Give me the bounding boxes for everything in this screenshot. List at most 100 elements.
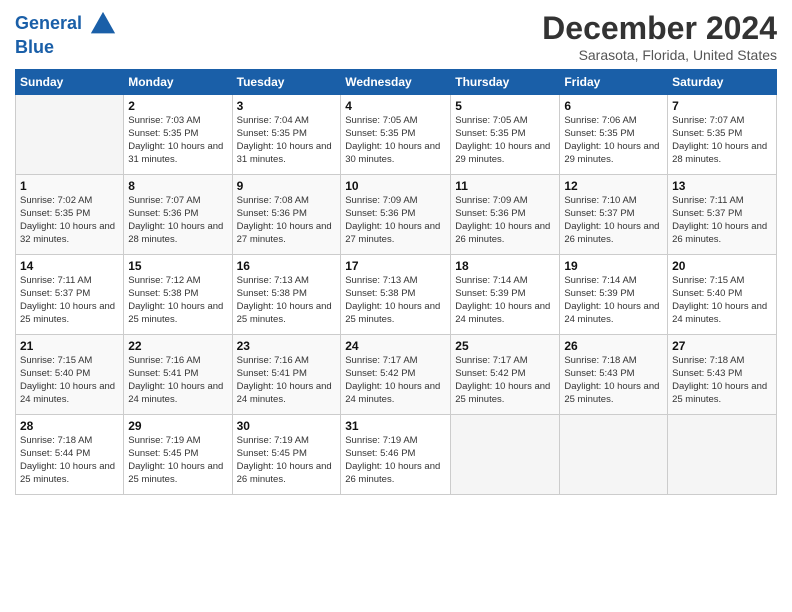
sunrise-text: Sunrise: 7:03 AM bbox=[128, 115, 200, 126]
sunrise-text: Sunrise: 7:15 AM bbox=[672, 275, 744, 286]
sunrise-text: Sunrise: 7:16 AM bbox=[128, 355, 200, 366]
daylight-text: Daylight: 10 hours and 28 minutes. bbox=[672, 141, 767, 165]
sunset-text: Sunset: 5:35 PM bbox=[345, 128, 415, 139]
daylight-text: Daylight: 10 hours and 24 minutes. bbox=[672, 301, 767, 325]
sunset-text: Sunset: 5:41 PM bbox=[237, 368, 307, 379]
daylight-text: Daylight: 10 hours and 25 minutes. bbox=[128, 301, 223, 325]
day-number: 9 bbox=[237, 178, 337, 194]
table-row: 1Sunrise: 7:02 AMSunset: 5:35 PMDaylight… bbox=[16, 175, 124, 255]
table-row bbox=[560, 415, 668, 495]
table-row: 6Sunrise: 7:06 AMSunset: 5:35 PMDaylight… bbox=[560, 95, 668, 175]
sunrise-text: Sunrise: 7:08 AM bbox=[237, 195, 309, 206]
daylight-text: Daylight: 10 hours and 28 minutes. bbox=[128, 221, 223, 245]
table-row: 14Sunrise: 7:11 AMSunset: 5:37 PMDayligh… bbox=[16, 255, 124, 335]
sunrise-text: Sunrise: 7:19 AM bbox=[237, 435, 309, 446]
sunrise-text: Sunrise: 7:12 AM bbox=[128, 275, 200, 286]
daylight-text: Daylight: 10 hours and 24 minutes. bbox=[237, 381, 332, 405]
day-number: 23 bbox=[237, 338, 337, 354]
sunrise-text: Sunrise: 7:14 AM bbox=[455, 275, 527, 286]
day-number: 18 bbox=[455, 258, 555, 274]
calendar-table: Sunday Monday Tuesday Wednesday Thursday… bbox=[15, 69, 777, 495]
sunset-text: Sunset: 5:42 PM bbox=[345, 368, 415, 379]
sunset-text: Sunset: 5:39 PM bbox=[564, 288, 634, 299]
table-row: 7Sunrise: 7:07 AMSunset: 5:35 PMDaylight… bbox=[668, 95, 777, 175]
daylight-text: Daylight: 10 hours and 24 minutes. bbox=[564, 301, 659, 325]
day-number: 6 bbox=[564, 98, 663, 114]
day-number: 21 bbox=[20, 338, 119, 354]
sunrise-text: Sunrise: 7:07 AM bbox=[128, 195, 200, 206]
daylight-text: Daylight: 10 hours and 25 minutes. bbox=[128, 461, 223, 485]
col-thursday: Thursday bbox=[451, 70, 560, 95]
daylight-text: Daylight: 10 hours and 26 minutes. bbox=[672, 221, 767, 245]
sunrise-text: Sunrise: 7:18 AM bbox=[564, 355, 636, 366]
table-row: 23Sunrise: 7:16 AM Sunset: 5:41 PM Dayligh… bbox=[232, 335, 341, 415]
sunset-text: Sunset: 5:35 PM bbox=[237, 128, 307, 139]
page-container: General Blue December 2024 Sarasota, Flo… bbox=[0, 0, 792, 500]
month-title: December 2024 bbox=[542, 10, 777, 47]
sunset-text: Sunset: 5:37 PM bbox=[564, 208, 634, 219]
sunset-text: Sunset: 5:46 PM bbox=[345, 448, 415, 459]
day-number: 14 bbox=[20, 258, 119, 274]
table-row: 5Sunrise: 7:05 AMSunset: 5:35 PMDaylight… bbox=[451, 95, 560, 175]
col-sunday: Sunday bbox=[16, 70, 124, 95]
table-row: 21Sunrise: 7:15 AMSunset: 5:40 PMDayligh… bbox=[16, 335, 124, 415]
daylight-text: Daylight: 10 hours and 26 minutes. bbox=[237, 461, 332, 485]
sunrise-text: Sunrise: 7:19 AM bbox=[128, 435, 200, 446]
logo: General Blue bbox=[15, 10, 117, 58]
sunset-text: Sunset: 5:45 PM bbox=[128, 448, 198, 459]
day-number: 11 bbox=[455, 178, 555, 194]
sunrise-text: Sunrise: 7:16 AM bbox=[237, 355, 309, 366]
day-number: 29 bbox=[128, 418, 227, 434]
sunset-text: Sunset: 5:40 PM bbox=[672, 288, 742, 299]
sunset-text: Sunset: 5:37 PM bbox=[672, 208, 742, 219]
sunrise-text: Sunrise: 7:02 AM bbox=[20, 195, 92, 206]
sunset-text: Sunset: 5:36 PM bbox=[455, 208, 525, 219]
sunrise-text: Sunrise: 7:04 AM bbox=[237, 115, 309, 126]
day-number: 5 bbox=[455, 98, 555, 114]
sunset-text: Sunset: 5:35 PM bbox=[128, 128, 198, 139]
sunrise-text: Sunrise: 7:11 AM bbox=[672, 195, 744, 206]
table-row: 16Sunrise: 7:13 AMSunset: 5:38 PMDayligh… bbox=[232, 255, 341, 335]
table-row: 12Sunrise: 7:10 AMSunset: 5:37 PMDayligh… bbox=[560, 175, 668, 255]
sunrise-text: Sunrise: 7:09 AM bbox=[345, 195, 417, 206]
daylight-text: Daylight: 10 hours and 29 minutes. bbox=[455, 141, 550, 165]
sunrise-text: Sunrise: 7:07 AM bbox=[672, 115, 744, 126]
day-number: 30 bbox=[237, 418, 337, 434]
table-row: 30Sunrise: 7:19 AMSunset: 5:45 PMDayligh… bbox=[232, 415, 341, 495]
daylight-text: Daylight: 10 hours and 26 minutes. bbox=[455, 221, 550, 245]
table-row: 28Sunrise: 7:18 AMSunset: 5:44 PMDayligh… bbox=[16, 415, 124, 495]
day-number: 27 bbox=[672, 338, 772, 354]
sunrise-text: Sunrise: 7:13 AM bbox=[345, 275, 417, 286]
day-number: 19 bbox=[564, 258, 663, 274]
sunset-text: Sunset: 5:36 PM bbox=[345, 208, 415, 219]
table-row: 22Sunrise: 7:16 AMSunset: 5:41 PMDayligh… bbox=[124, 335, 232, 415]
sunrise-text: Sunrise: 7:15 AM bbox=[20, 355, 92, 366]
table-row: 29Sunrise: 7:19 AM Sunset: 5:45 PM Dayligh… bbox=[124, 415, 232, 495]
daylight-text: Daylight: 10 hours and 24 minutes. bbox=[455, 301, 550, 325]
table-row: 19Sunrise: 7:14 AMSunset: 5:39 PMDayligh… bbox=[560, 255, 668, 335]
table-row: 15Sunrise: 7:12 AMSunset: 5:38 PMDayligh… bbox=[124, 255, 232, 335]
daylight-text: Daylight: 10 hours and 24 minutes. bbox=[345, 381, 440, 405]
day-number: 10 bbox=[345, 178, 446, 194]
daylight-text: Daylight: 10 hours and 25 minutes. bbox=[20, 301, 115, 325]
table-row: 4Sunrise: 7:05 AM Sunset: 5:35 PM Daylight… bbox=[341, 95, 451, 175]
table-row: 24Sunrise: 7:17 AMSunset: 5:42 PMDayligh… bbox=[341, 335, 451, 415]
sunset-text: Sunset: 5:41 PM bbox=[128, 368, 198, 379]
day-number: 2 bbox=[128, 98, 227, 114]
sunset-text: Sunset: 5:35 PM bbox=[564, 128, 634, 139]
calendar-row: 28Sunrise: 7:18 AMSunset: 5:44 PMDayligh… bbox=[16, 415, 777, 495]
sunset-text: Sunset: 5:38 PM bbox=[345, 288, 415, 299]
table-row bbox=[451, 415, 560, 495]
daylight-text: Daylight: 10 hours and 24 minutes. bbox=[20, 381, 115, 405]
sunset-text: Sunset: 5:38 PM bbox=[128, 288, 198, 299]
sunrise-text: Sunrise: 7:11 AM bbox=[20, 275, 92, 286]
sunset-text: Sunset: 5:44 PM bbox=[20, 448, 90, 459]
day-number: 22 bbox=[128, 338, 227, 354]
table-row: 27Sunrise: 7:18 AMSunset: 5:43 PMDayligh… bbox=[668, 335, 777, 415]
daylight-text: Daylight: 10 hours and 30 minutes. bbox=[345, 141, 440, 165]
daylight-text: Daylight: 10 hours and 25 minutes. bbox=[672, 381, 767, 405]
col-friday: Friday bbox=[560, 70, 668, 95]
logo-text: General bbox=[15, 10, 117, 38]
day-number: 4 bbox=[345, 98, 446, 114]
sunrise-text: Sunrise: 7:05 AM bbox=[345, 115, 417, 126]
